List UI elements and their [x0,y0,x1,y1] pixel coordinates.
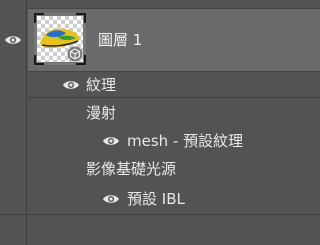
divider [0,214,320,215]
diffuse-row[interactable]: 漫射 [28,102,320,124]
ibl-preset-row[interactable]: 預設 IBL [28,188,320,210]
eye-icon[interactable] [4,34,22,46]
ibl-label: 影像基礎光源 [86,160,177,178]
eye-icon[interactable] [102,135,120,147]
selection-corner [34,55,44,65]
selection-corner [76,13,86,23]
textures-group-row[interactable]: 紋理 [28,74,320,96]
ibl-row[interactable]: 影像基礎光源 [28,158,320,180]
selection-corner [76,55,86,65]
diffuse-texture-row[interactable]: mesh - 預設紋理 [28,130,320,152]
divider [28,97,320,98]
3d-model-thumbnail-icon[interactable] [34,13,86,65]
diffuse-texture-label: mesh - 預設紋理 [127,132,244,150]
textures-label: 紋理 [86,76,117,94]
layer-name[interactable]: 圖層 1 [98,31,142,49]
eye-icon[interactable] [62,79,80,91]
diffuse-label: 漫射 [86,104,117,122]
ibl-preset-label: 預設 IBL [127,190,185,208]
selection-corner [34,13,44,23]
layers-panel: 圖層 1 紋理 漫射 mesh - 預設紋理 影像基礎光源 預設 IBL [0,0,320,245]
layer-row[interactable]: 圖層 1 [28,8,320,72]
eye-icon[interactable] [102,193,120,205]
